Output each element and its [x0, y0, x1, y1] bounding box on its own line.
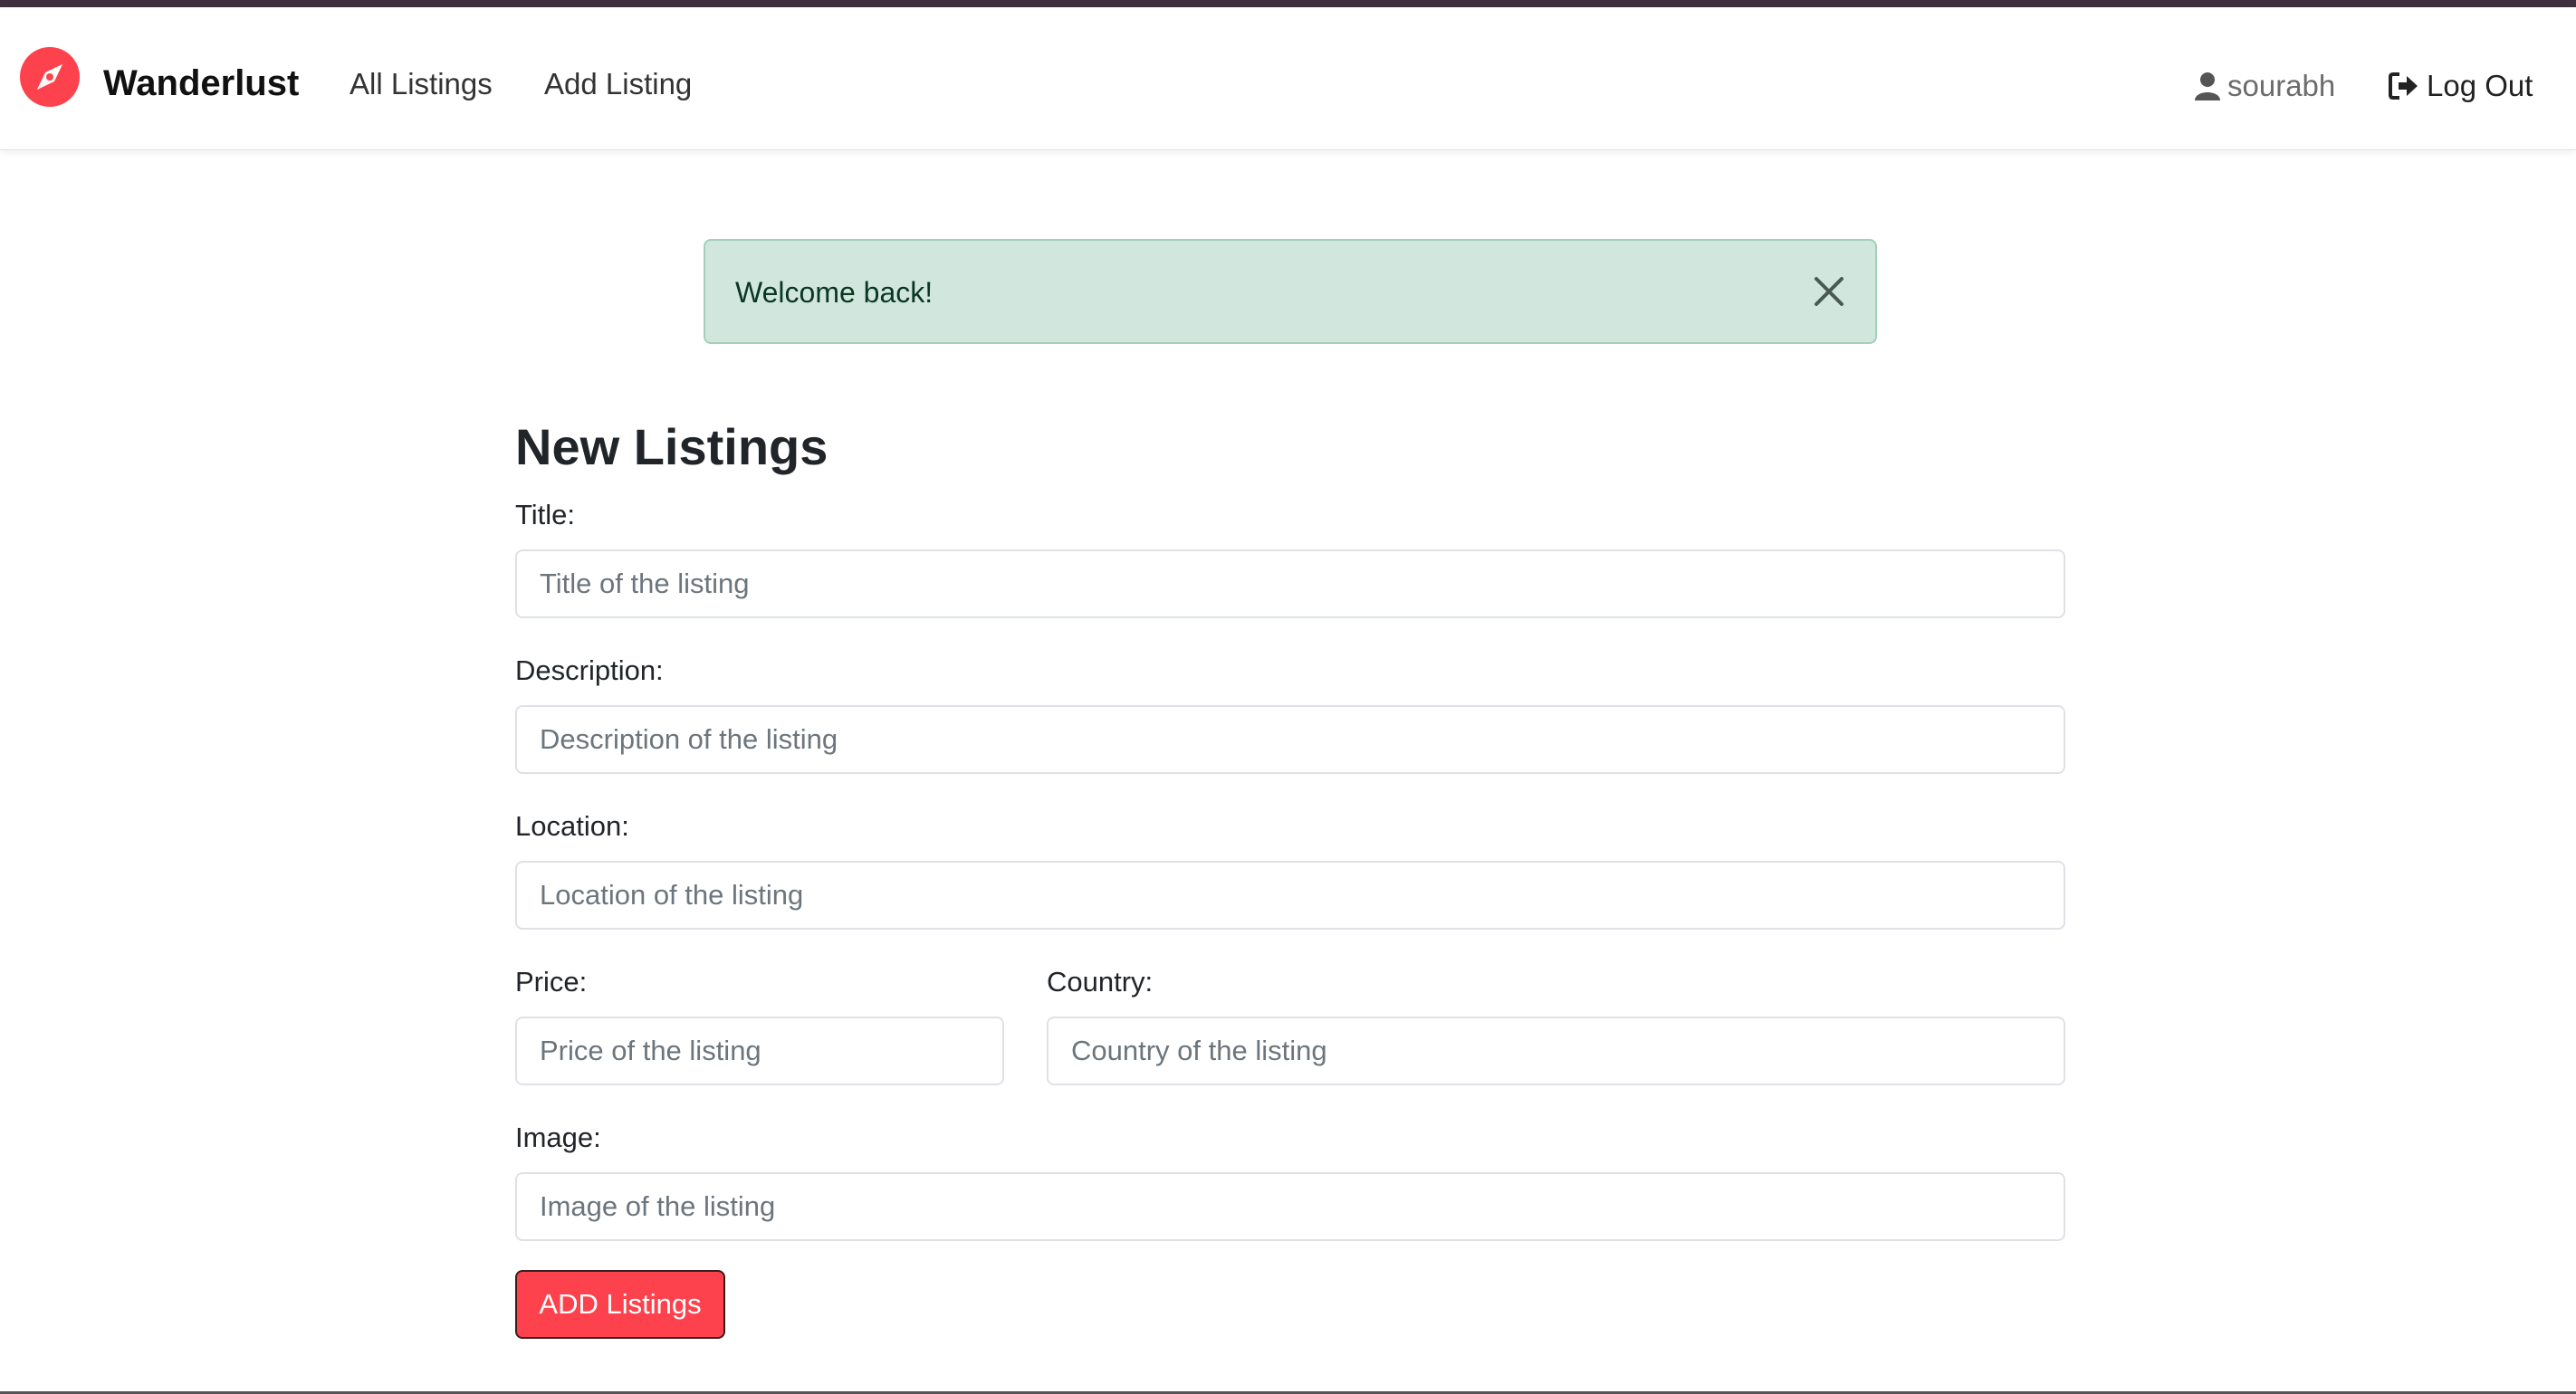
logout-label: Log Out	[2427, 69, 2533, 102]
country-input[interactable]	[1047, 1017, 2065, 1085]
page-title: New Listings	[515, 418, 828, 475]
username: sourabh	[2227, 69, 2336, 102]
close-icon[interactable]	[1813, 275, 1845, 308]
window-top-border	[0, 0, 2576, 7]
flash-message: Welcome back!	[735, 276, 934, 309]
title-label: Title:	[515, 499, 576, 530]
flash-alert: Welcome back!	[704, 239, 1877, 344]
nav-link-all-listings[interactable]: All Listings	[350, 69, 493, 99]
brand-name[interactable]: Wanderlust	[103, 65, 299, 101]
description-label: Description:	[515, 654, 664, 686]
location-input[interactable]	[515, 861, 2065, 930]
country-label: Country:	[1047, 966, 1154, 998]
location-label: Location:	[515, 810, 629, 842]
compass-icon[interactable]	[20, 47, 80, 107]
user-menu[interactable]: sourabh	[2195, 71, 2335, 100]
navbar: Wanderlust All Listings Add Listing sour…	[0, 7, 2576, 150]
image-input[interactable]	[515, 1172, 2065, 1241]
image-label: Image:	[515, 1122, 601, 1153]
price-input[interactable]	[515, 1017, 1004, 1085]
description-input[interactable]	[515, 705, 2065, 774]
nav-link-add-listing[interactable]: Add Listing	[544, 69, 692, 99]
logout-button[interactable]: Log Out	[2389, 71, 2533, 100]
user-icon	[2195, 72, 2220, 100]
title-input[interactable]	[515, 549, 2065, 618]
price-label: Price:	[515, 966, 588, 998]
add-listing-button[interactable]: ADD Listings	[515, 1270, 725, 1339]
sign-out-icon	[2389, 72, 2418, 100]
